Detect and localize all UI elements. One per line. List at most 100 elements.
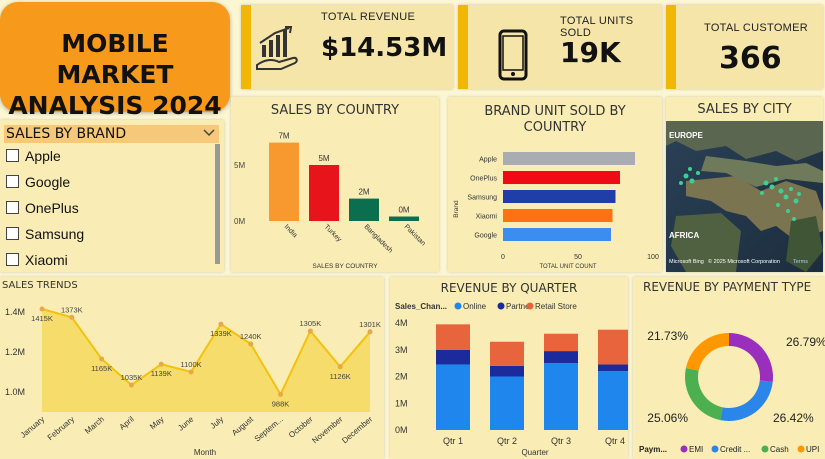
data-label: 26.42% <box>773 411 814 425</box>
smartphone-icon <box>498 29 528 81</box>
x-tick-label: 0 <box>501 254 505 261</box>
bar-segment <box>598 371 628 430</box>
bar <box>269 142 299 221</box>
x-tick-label: 50 <box>574 254 582 261</box>
x-axis-title: SALES BY COUNTRY <box>312 263 378 270</box>
pie-slice <box>685 368 723 421</box>
y-tick-label: 5M <box>234 161 245 170</box>
checkbox[interactable] <box>6 175 19 188</box>
data-label: 2M <box>358 188 369 197</box>
bar-segment <box>544 351 578 364</box>
slicer-option-xiaomi[interactable]: Xiaomi <box>6 250 68 270</box>
data-label: 5M <box>318 154 329 163</box>
x-tick-label: Turkey <box>323 223 343 243</box>
x-tick-label: Septem... <box>253 415 285 444</box>
kpi-accent-bar <box>458 5 468 89</box>
revenue-growth-icon <box>256 26 298 70</box>
checkbox[interactable] <box>6 227 19 240</box>
kpi-total-customer: TOTAL CUSTOMER 366 <box>666 5 823 89</box>
x-tick-label: Qtr 1 <box>443 436 463 446</box>
data-label: 26.79% <box>786 335 825 349</box>
data-label: 1139K <box>151 369 172 378</box>
data-point <box>158 361 164 367</box>
slicer-option-samsung[interactable]: Samsung <box>6 224 84 244</box>
slicer-option-oneplus[interactable]: OnePlus <box>6 198 79 218</box>
sales-by-country-chart: 0M 5M 7M India 5M Turkey 2M Bangladesh 0M Pakista… <box>234 132 427 270</box>
bar-segment <box>598 364 628 372</box>
chevron-down-icon[interactable] <box>203 129 215 137</box>
slicer-option-google[interactable]: Google <box>6 172 70 192</box>
y-tick-label: 0M <box>395 425 408 435</box>
map-terms-link[interactable]: Terms <box>793 259 808 265</box>
bar <box>349 198 379 221</box>
chart-title: SALES BY CITY <box>697 102 792 117</box>
legend-label: Cash <box>770 445 789 454</box>
data-point <box>69 314 75 320</box>
bar-segment <box>436 324 470 350</box>
bar <box>503 171 620 184</box>
map-label-europe: EUROPE <box>669 131 703 140</box>
legend-marker <box>454 302 462 310</box>
y-tick-label: Google <box>474 233 497 240</box>
data-label: 1415K <box>31 314 53 323</box>
x-tick-label: 100 <box>647 254 659 261</box>
kpi-total-units: TOTAL UNITS SOLD 19K <box>458 5 662 89</box>
x-tick-label: October <box>287 414 315 439</box>
checkbox[interactable] <box>6 149 19 162</box>
x-axis-title: Month <box>194 448 216 457</box>
data-label: 1126K <box>330 372 351 381</box>
x-tick-label: Pakistan <box>403 223 427 247</box>
pie-slice <box>685 333 729 371</box>
kpi-label: TOTAL REVENUE <box>321 11 416 23</box>
bar <box>503 152 635 165</box>
legend-marker <box>680 445 688 453</box>
legend-marker <box>711 445 719 453</box>
legend-label: EMI <box>689 445 703 454</box>
y-tick-label: OnePlus <box>470 176 497 183</box>
checkbox[interactable] <box>6 253 19 266</box>
y-tick-label: Samsung <box>467 195 497 202</box>
y-tick-label: 0M <box>234 217 245 226</box>
bar <box>503 190 616 203</box>
slicer-option-apple[interactable]: Apple <box>6 146 61 166</box>
y-tick-label: Xiaomi <box>476 214 498 221</box>
y-tick-label: 1M <box>395 398 408 408</box>
legend-title: Paym... <box>639 445 667 454</box>
data-point <box>39 306 45 312</box>
bar <box>309 165 339 221</box>
data-label: 1339K <box>210 329 232 338</box>
y-tick-label: 4M <box>395 318 408 328</box>
brand-slicer: SALES BY BRAND Apple Google OnePlus Sams… <box>0 120 224 272</box>
kpi-value: $14.53M <box>321 33 448 63</box>
y-tick-label: 2M <box>395 372 408 382</box>
revenue-by-quarter-chart: 0M1M2M3M4MSales_Chan... Online Partner Reta… <box>395 302 628 457</box>
map-attribution: Microsoft Bing <box>669 259 704 265</box>
map-copyright: © 2025 Microsoft Corporation <box>708 258 780 265</box>
kpi-accent-bar <box>666 5 676 89</box>
pie-slice <box>729 333 773 382</box>
y-tick-label: 3M <box>395 345 408 355</box>
bar-segment <box>490 376 524 430</box>
checkbox[interactable] <box>6 201 19 214</box>
slicer-scrollbar[interactable] <box>215 144 220 264</box>
bar-segment <box>544 363 578 430</box>
sales-trends-panel: SALES TRENDS 1.0M 1.2M 1.4M 1415K January 137… <box>0 277 384 459</box>
dashboard-title: MOBILE MARKET ANALYSIS 2024 <box>8 29 222 120</box>
bar-segment <box>544 333 578 352</box>
x-tick-label: May <box>148 415 165 432</box>
y-tick-label: 1.2M <box>5 347 25 357</box>
y-tick-label: Apple <box>479 157 497 164</box>
map-label-africa: AFRICA <box>669 231 699 240</box>
x-axis-title: Quarter <box>521 448 548 457</box>
data-label: 1100K <box>181 360 202 369</box>
x-tick-label: November <box>310 414 344 445</box>
brand-units-chart: Apple OnePlus Samsung Xiaomi Google 0 50 100 TOT… <box>453 152 659 270</box>
data-label: 7M <box>278 132 289 141</box>
bar-segment <box>436 349 470 365</box>
data-point <box>278 391 284 397</box>
data-label: 0M <box>398 206 409 215</box>
kpi-value: 19K <box>560 36 621 69</box>
sales-map[interactable]: EUROPE AFRICA Microsoft Bing © 2025 Micr… <box>666 121 823 272</box>
legend-title: Sales_Chan... <box>395 302 447 311</box>
data-point <box>307 328 313 334</box>
